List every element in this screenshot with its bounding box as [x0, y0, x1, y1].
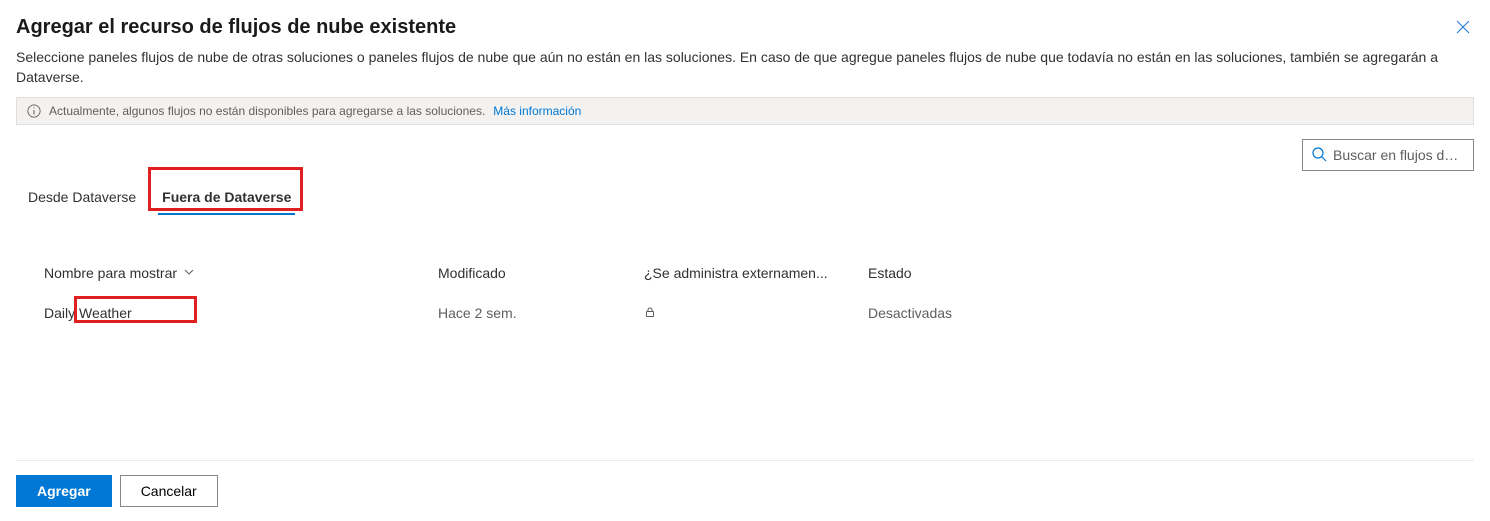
tabs: Desde Dataverse Fuera de Dataverse [16, 181, 1474, 215]
tab-from-dataverse[interactable]: Desde Dataverse [24, 181, 140, 215]
col-header-managed[interactable]: ¿Se administra externamen... [644, 265, 868, 281]
table-row[interactable]: Daily Weather Hace 2 sem. Desactivadas [16, 295, 1474, 331]
row-modified: Hace 2 sem. [438, 305, 644, 321]
add-button[interactable]: Agregar [16, 475, 112, 507]
col-header-name-label: Nombre para mostrar [44, 265, 177, 281]
info-more-link[interactable]: Más información [493, 104, 581, 118]
info-bar: Actualmente, algunos flujos no están dis… [16, 97, 1474, 125]
table: Nombre para mostrar Modificado ¿Se admin… [16, 265, 1474, 460]
info-icon [27, 104, 41, 118]
row-managed [644, 305, 868, 321]
search-icon [1311, 146, 1327, 165]
cancel-button[interactable]: Cancelar [120, 475, 218, 507]
col-header-status[interactable]: Estado [868, 265, 1474, 281]
row-status: Desactivadas [868, 305, 1474, 321]
search-box[interactable] [1302, 139, 1474, 171]
info-message: Actualmente, algunos flujos no están dis… [49, 104, 485, 118]
dialog-footer: Agregar Cancelar [16, 460, 1474, 521]
lock-icon [644, 305, 656, 321]
chevron-down-icon [183, 265, 195, 281]
close-button[interactable] [1452, 16, 1474, 41]
close-icon [1456, 22, 1470, 37]
row-name: Daily Weather [16, 305, 438, 321]
dialog-description: Seleccione paneles flujos de nube de otr… [16, 47, 1474, 87]
tab-outside-dataverse[interactable]: Fuera de Dataverse [158, 181, 295, 215]
table-header: Nombre para mostrar Modificado ¿Se admin… [16, 265, 1474, 295]
col-header-modified[interactable]: Modificado [438, 265, 644, 281]
dialog-title: Agregar el recurso de flujos de nube exi… [16, 16, 456, 39]
search-input[interactable] [1333, 147, 1465, 163]
col-header-name[interactable]: Nombre para mostrar [16, 265, 438, 281]
